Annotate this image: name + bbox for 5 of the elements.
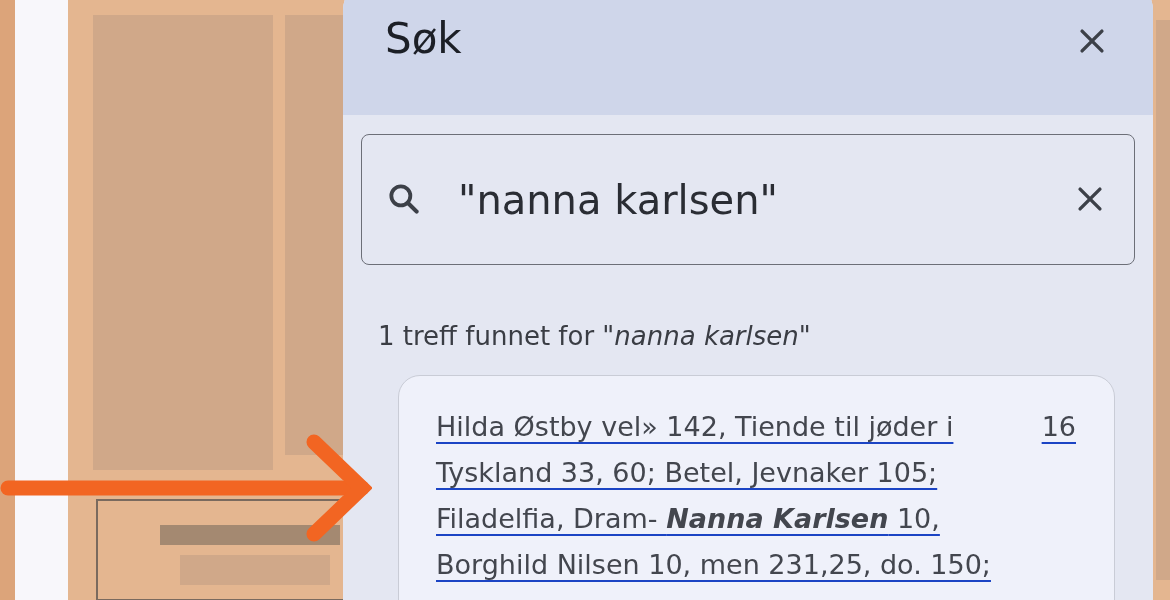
result-count: 1 treff funnet for "nanna karlsen": [378, 321, 812, 351]
panel-title: Søk: [385, 14, 462, 63]
page-link[interactable]: 16: [1041, 404, 1076, 450]
search-field[interactable]: "nanna karlsen": [361, 134, 1135, 265]
result-link[interactable]: Hilda Østby vel» 142, Tiende til jøder i Tyskland 33, 60; Betel, Jevnaker 105; Filadelfia, Dram- Nanna Karlsen 10, Borghild Nilsen 10, men 231,25, do. 150;: [436, 404, 991, 600]
